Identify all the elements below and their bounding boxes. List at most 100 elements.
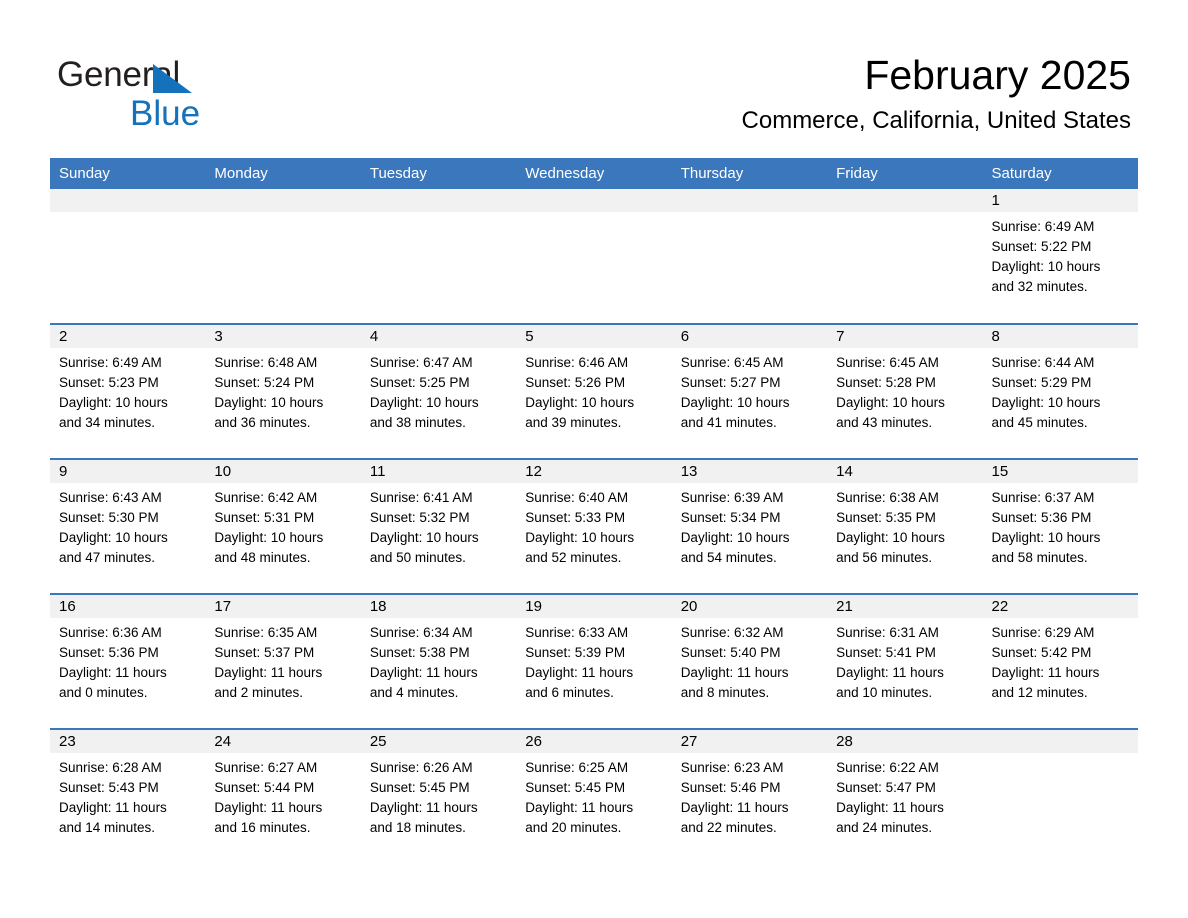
sunset-text: Sunset: 5:38 PM — [369, 645, 470, 660]
day-number: 19 — [516, 595, 672, 618]
sunrise-text: Sunrise: 6:41 AM — [369, 490, 473, 505]
sunrise-text: Sunrise: 6:37 AM — [991, 490, 1095, 505]
sunset-text: Sunset: 5:40 PM — [680, 645, 781, 660]
sunrise-text: Sunrise: 6:44 AM — [991, 355, 1095, 370]
daylight-text-line2: and 20 minutes. — [525, 820, 622, 835]
day-details: Sunrise: 6:45 AM Sunset: 5:28 PM Dayligh… — [827, 348, 982, 433]
day-number: 17 — [205, 595, 361, 618]
day-details: Sunrise: 6:29 AM Sunset: 5:42 PM Dayligh… — [983, 618, 1138, 703]
day-number: 14 — [827, 460, 983, 483]
day-details: Sunrise: 6:33 AM Sunset: 5:39 PM Dayligh… — [516, 618, 671, 703]
day-number: 7 — [827, 325, 983, 348]
sunrise-text: Sunrise: 6:26 AM — [369, 760, 473, 775]
daylight-text-line2: and 58 minutes. — [991, 550, 1088, 565]
daylight-text-line1: Daylight: 10 hours — [680, 395, 790, 410]
day-details: Sunrise: 6:23 AM Sunset: 5:46 PM Dayligh… — [672, 753, 827, 838]
day-details: Sunrise: 6:31 AM Sunset: 5:41 PM Dayligh… — [827, 618, 982, 703]
day-cell — [516, 189, 672, 324]
sunrise-text: Sunrise: 6:46 AM — [525, 355, 629, 370]
sunrise-text: Sunrise: 6:34 AM — [369, 625, 473, 640]
sunset-text: Sunset: 5:31 PM — [214, 510, 315, 525]
day-details: Sunrise: 6:49 AM Sunset: 5:22 PM Dayligh… — [983, 212, 1138, 297]
day-details: Sunrise: 6:39 AM Sunset: 5:34 PM Dayligh… — [672, 483, 827, 568]
day-cell — [982, 728, 1138, 864]
sunrise-text: Sunrise: 6:43 AM — [59, 490, 162, 505]
day-cell: 3 Sunrise: 6:48 AM Sunset: 5:24 PM Dayli… — [205, 323, 361, 459]
calendar-header-row: Sunday Monday Tuesday Wednesday Thursday… — [50, 158, 1138, 189]
daylight-text-line2: and 38 minutes. — [369, 415, 466, 430]
day-details — [361, 212, 516, 217]
day-number: 9 — [50, 460, 206, 483]
day-number: 3 — [205, 325, 361, 348]
day-details — [205, 212, 360, 217]
page-subtitle: Commerce, California, United States — [741, 107, 1131, 134]
daylight-text-line2: and 0 minutes. — [59, 685, 148, 700]
daylight-text-line2: and 22 minutes. — [680, 820, 777, 835]
daylight-text-line2: and 18 minutes. — [369, 820, 466, 835]
day-cell: 25 Sunrise: 6:26 AM Sunset: 5:45 PM Dayl… — [360, 728, 517, 864]
column-header-saturday: Saturday — [982, 158, 1138, 189]
day-cell — [360, 189, 517, 324]
column-header-monday: Monday — [205, 158, 361, 189]
sunset-text: Sunset: 5:24 PM — [214, 375, 315, 390]
day-cell: 19 Sunrise: 6:33 AM Sunset: 5:39 PM Dayl… — [516, 593, 672, 729]
sunrise-text: Sunrise: 6:28 AM — [59, 760, 162, 775]
day-number — [516, 189, 672, 212]
daylight-text-line1: Daylight: 11 hours — [991, 665, 1100, 680]
day-number: 11 — [360, 460, 517, 483]
day-number — [205, 189, 361, 212]
sunset-text: Sunset: 5:42 PM — [991, 645, 1092, 660]
sunset-text: Sunset: 5:25 PM — [369, 375, 470, 390]
daylight-text-line1: Daylight: 10 hours — [836, 395, 945, 410]
sunrise-text: Sunrise: 6:27 AM — [214, 760, 318, 775]
day-cell: 23 Sunrise: 6:28 AM Sunset: 5:43 PM Dayl… — [50, 728, 206, 864]
triangle-icon — [153, 64, 192, 93]
day-details — [827, 212, 982, 217]
daylight-text-line1: Daylight: 10 hours — [525, 530, 635, 545]
day-cell: 18 Sunrise: 6:34 AM Sunset: 5:38 PM Dayl… — [360, 593, 517, 729]
page-header: General Blue February 2025 Commerce, Cal… — [0, 0, 1188, 158]
daylight-text-line1: Daylight: 11 hours — [680, 800, 789, 815]
sunset-text: Sunset: 5:28 PM — [836, 375, 936, 390]
day-details — [516, 212, 671, 217]
sunset-text: Sunset: 5:44 PM — [214, 780, 315, 795]
daylight-text-line1: Daylight: 10 hours — [680, 530, 790, 545]
daylight-text-line1: Daylight: 11 hours — [214, 665, 323, 680]
day-details: Sunrise: 6:44 AM Sunset: 5:29 PM Dayligh… — [983, 348, 1138, 433]
day-cell: 16 Sunrise: 6:36 AM Sunset: 5:36 PM Dayl… — [50, 593, 206, 729]
day-details: Sunrise: 6:46 AM Sunset: 5:26 PM Dayligh… — [516, 348, 671, 433]
day-number: 1 — [982, 189, 1138, 212]
day-details: Sunrise: 6:34 AM Sunset: 5:38 PM Dayligh… — [361, 618, 516, 703]
day-details: Sunrise: 6:47 AM Sunset: 5:25 PM Dayligh… — [361, 348, 516, 433]
sunset-text: Sunset: 5:39 PM — [525, 645, 626, 660]
sunset-text: Sunset: 5:32 PM — [369, 510, 470, 525]
sunset-text: Sunset: 5:46 PM — [680, 780, 781, 795]
day-details: Sunrise: 6:38 AM Sunset: 5:35 PM Dayligh… — [827, 483, 982, 568]
daylight-text-line1: Daylight: 10 hours — [991, 259, 1101, 274]
week-row: 9 Sunrise: 6:43 AM Sunset: 5:30 PM Dayli… — [50, 458, 1138, 594]
daylight-text-line2: and 48 minutes. — [214, 550, 311, 565]
daylight-text-line2: and 39 minutes. — [525, 415, 622, 430]
day-details: Sunrise: 6:32 AM Sunset: 5:40 PM Dayligh… — [672, 618, 827, 703]
week-row: 1 Sunrise: 6:49 AM Sunset: 5:22 PM Dayli… — [50, 189, 1138, 324]
daylight-text-line1: Daylight: 10 hours — [59, 530, 168, 545]
calendar-page: General Blue February 2025 Commerce, Cal… — [0, 0, 1188, 918]
day-details: Sunrise: 6:40 AM Sunset: 5:33 PM Dayligh… — [516, 483, 671, 568]
sunrise-text: Sunrise: 6:38 AM — [836, 490, 939, 505]
week-row: 2 Sunrise: 6:49 AM Sunset: 5:23 PM Dayli… — [50, 323, 1138, 459]
day-number: 20 — [671, 595, 828, 618]
day-cell — [827, 189, 983, 324]
day-details: Sunrise: 6:41 AM Sunset: 5:32 PM Dayligh… — [361, 483, 516, 568]
day-cell — [671, 189, 828, 324]
day-cell: 10 Sunrise: 6:42 AM Sunset: 5:31 PM Dayl… — [205, 458, 361, 594]
column-header-tuesday: Tuesday — [360, 158, 517, 189]
sunset-text: Sunset: 5:27 PM — [680, 375, 781, 390]
day-cell: 5 Sunrise: 6:46 AM Sunset: 5:26 PM Dayli… — [516, 323, 672, 459]
day-cell: 27 Sunrise: 6:23 AM Sunset: 5:46 PM Dayl… — [671, 728, 828, 864]
daylight-text-line1: Daylight: 11 hours — [59, 665, 167, 680]
day-details: Sunrise: 6:45 AM Sunset: 5:27 PM Dayligh… — [672, 348, 827, 433]
daylight-text-line2: and 32 minutes. — [991, 279, 1088, 294]
sunset-text: Sunset: 5:45 PM — [525, 780, 626, 795]
daylight-text-line1: Daylight: 11 hours — [525, 800, 634, 815]
sunrise-text: Sunrise: 6:25 AM — [525, 760, 629, 775]
